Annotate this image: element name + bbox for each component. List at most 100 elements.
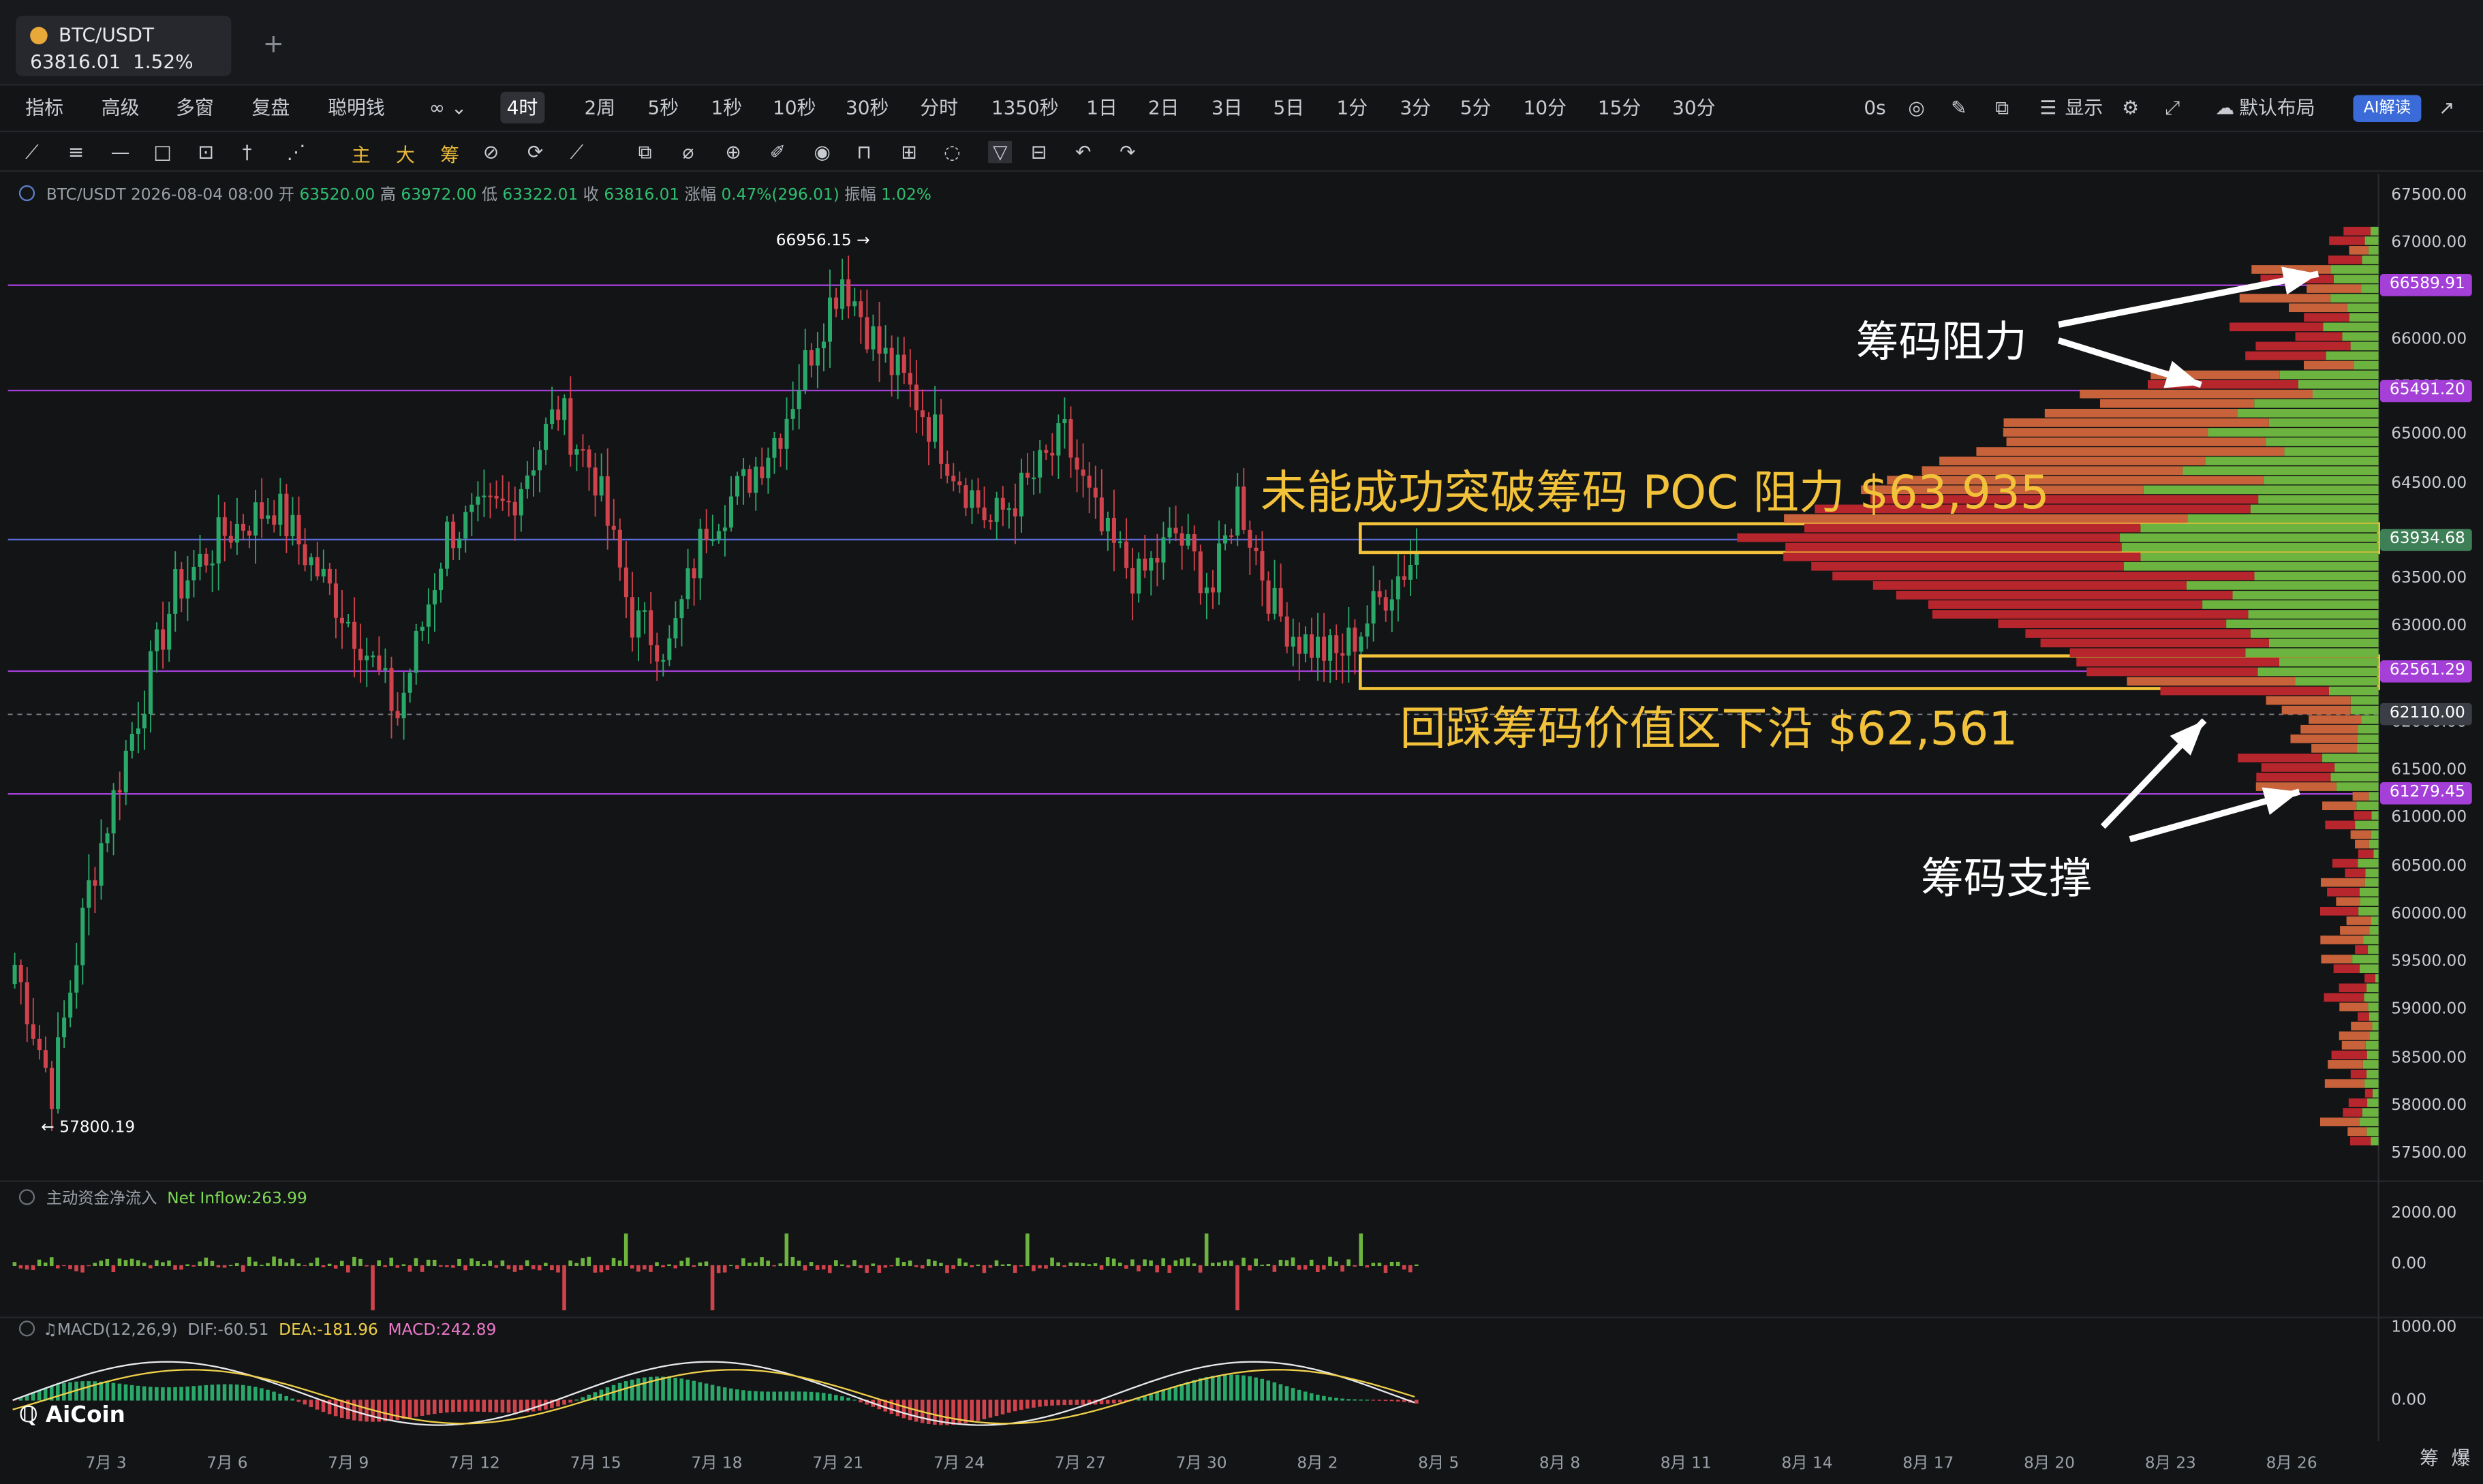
inflow-bar (1340, 1265, 1344, 1272)
inflow-bar (1186, 1257, 1190, 1267)
time-tick: 7月 27 (1054, 1455, 1106, 1473)
volume-bar-red (2355, 839, 2369, 849)
inflow-bar (62, 1265, 66, 1267)
inflow-bar (1056, 1262, 1060, 1267)
inflow-bar (790, 1256, 795, 1267)
candle-body (901, 354, 906, 373)
candle-body (43, 1050, 48, 1068)
candle-body (1167, 527, 1172, 538)
volume-bar-green (2258, 495, 2379, 504)
inflow-bar (623, 1233, 628, 1267)
inflow-bar (1235, 1265, 1239, 1311)
legend-collapse-icon[interactable] (18, 185, 35, 202)
volume-bar-red (2358, 1012, 2369, 1021)
inflow-bar (556, 1265, 560, 1273)
volume-bar-green (2364, 878, 2379, 887)
macd-histogram-bar (636, 1378, 641, 1401)
volume-bar-red (1783, 552, 2141, 561)
volume-bar-green (2330, 773, 2379, 782)
inflow-bar (519, 1265, 523, 1271)
candle-body (1316, 636, 1321, 658)
macd-histogram-bar (1272, 1382, 1277, 1401)
candle-body (945, 463, 950, 476)
inflow-bar (1316, 1265, 1320, 1273)
price-tag-t5: 62110.00 (2379, 703, 2472, 726)
candle-body (260, 502, 264, 519)
inflow-bar (544, 1263, 548, 1267)
volume-bar-red (2003, 418, 2269, 427)
inflow-bar (1359, 1233, 1363, 1267)
candle-body (111, 790, 116, 834)
volume-bar-green (2364, 993, 2379, 1002)
inflow-bar (920, 1265, 925, 1269)
inflow-bar (1272, 1265, 1277, 1272)
inflow-bar (1013, 1265, 1017, 1273)
bell-icon[interactable]: ♫ (43, 1323, 57, 1340)
macd-histogram-bar (1216, 1375, 1221, 1401)
macd-histogram-bar (260, 1388, 264, 1401)
inflow-bar (482, 1264, 487, 1267)
macd-histogram-bar (815, 1392, 820, 1401)
candle-body (544, 424, 549, 450)
candle-body (346, 621, 351, 624)
inflow-bar (1044, 1265, 1048, 1269)
candle-body (1056, 423, 1061, 456)
inflow-bar (87, 1265, 91, 1267)
chip-toggle[interactable]: 筹 (2420, 1444, 2439, 1471)
candle-body (31, 1024, 35, 1039)
period-high-label: 66956.15 → (775, 232, 870, 251)
macd-histogram-bar (1395, 1400, 1400, 1402)
volume-bar-green (2254, 399, 2379, 408)
inflow-bar (1087, 1264, 1092, 1267)
candle-body (210, 563, 215, 566)
macd-histogram-bar (241, 1385, 245, 1401)
price-tick: 67500.00 (2391, 187, 2467, 205)
candle-body (272, 515, 277, 525)
candle-body (414, 630, 418, 673)
inflow-bar (803, 1265, 807, 1271)
macd-histogram-bar (123, 1384, 128, 1401)
inflow-bar (747, 1263, 752, 1267)
volume-bar-red (2319, 907, 2359, 916)
candle-body (605, 476, 610, 526)
inflow-collapse-icon[interactable] (18, 1189, 35, 1205)
volume-bar-red (1804, 523, 2141, 533)
candle-body (840, 279, 845, 309)
volume-bar-green (2250, 629, 2379, 638)
chart-canvas[interactable] (0, 0, 2483, 1484)
volume-bar-green (2232, 591, 2379, 600)
macd-histogram-bar (247, 1385, 251, 1401)
candle-body (142, 714, 146, 729)
candle-body (1068, 419, 1073, 458)
macd-histogram-bar (105, 1382, 110, 1401)
time-tick: 7月 6 (206, 1455, 248, 1473)
macd-histogram-bar (309, 1400, 313, 1408)
macd-histogram-bar (432, 1400, 437, 1415)
macd-histogram-bar (1192, 1380, 1197, 1401)
macd-histogram-bar (1353, 1399, 1357, 1401)
price-tick: 63500.00 (2391, 570, 2467, 588)
volume-bar-green (2371, 811, 2379, 820)
macd-histogram-bar (945, 1400, 949, 1425)
inflow-bar (426, 1259, 431, 1267)
volume-bar-red (2340, 926, 2370, 935)
volume-bar-red (2256, 773, 2331, 782)
candle-body (500, 498, 505, 501)
inflow-bar (655, 1262, 659, 1267)
macd-collapse-icon[interactable] (18, 1320, 35, 1337)
inflow-bar (18, 1265, 23, 1269)
burst-toggle[interactable]: 爆 (2452, 1444, 2471, 1471)
macd-histogram-bar (445, 1400, 449, 1413)
macd-histogram-bar (574, 1400, 579, 1401)
candle-body (12, 965, 17, 985)
candle-body (216, 517, 221, 564)
inflow-bar (129, 1258, 134, 1267)
inflow-bar (358, 1258, 363, 1267)
inflow-bar (321, 1265, 326, 1267)
price-tick: 60000.00 (2391, 905, 2467, 923)
inflow-bar (1050, 1257, 1054, 1267)
macd-histogram-bar (451, 1400, 455, 1412)
volume-bar-red (2339, 1031, 2370, 1040)
volume-bar-red (2076, 658, 2279, 667)
time-tick: 8月 5 (1418, 1455, 1460, 1473)
